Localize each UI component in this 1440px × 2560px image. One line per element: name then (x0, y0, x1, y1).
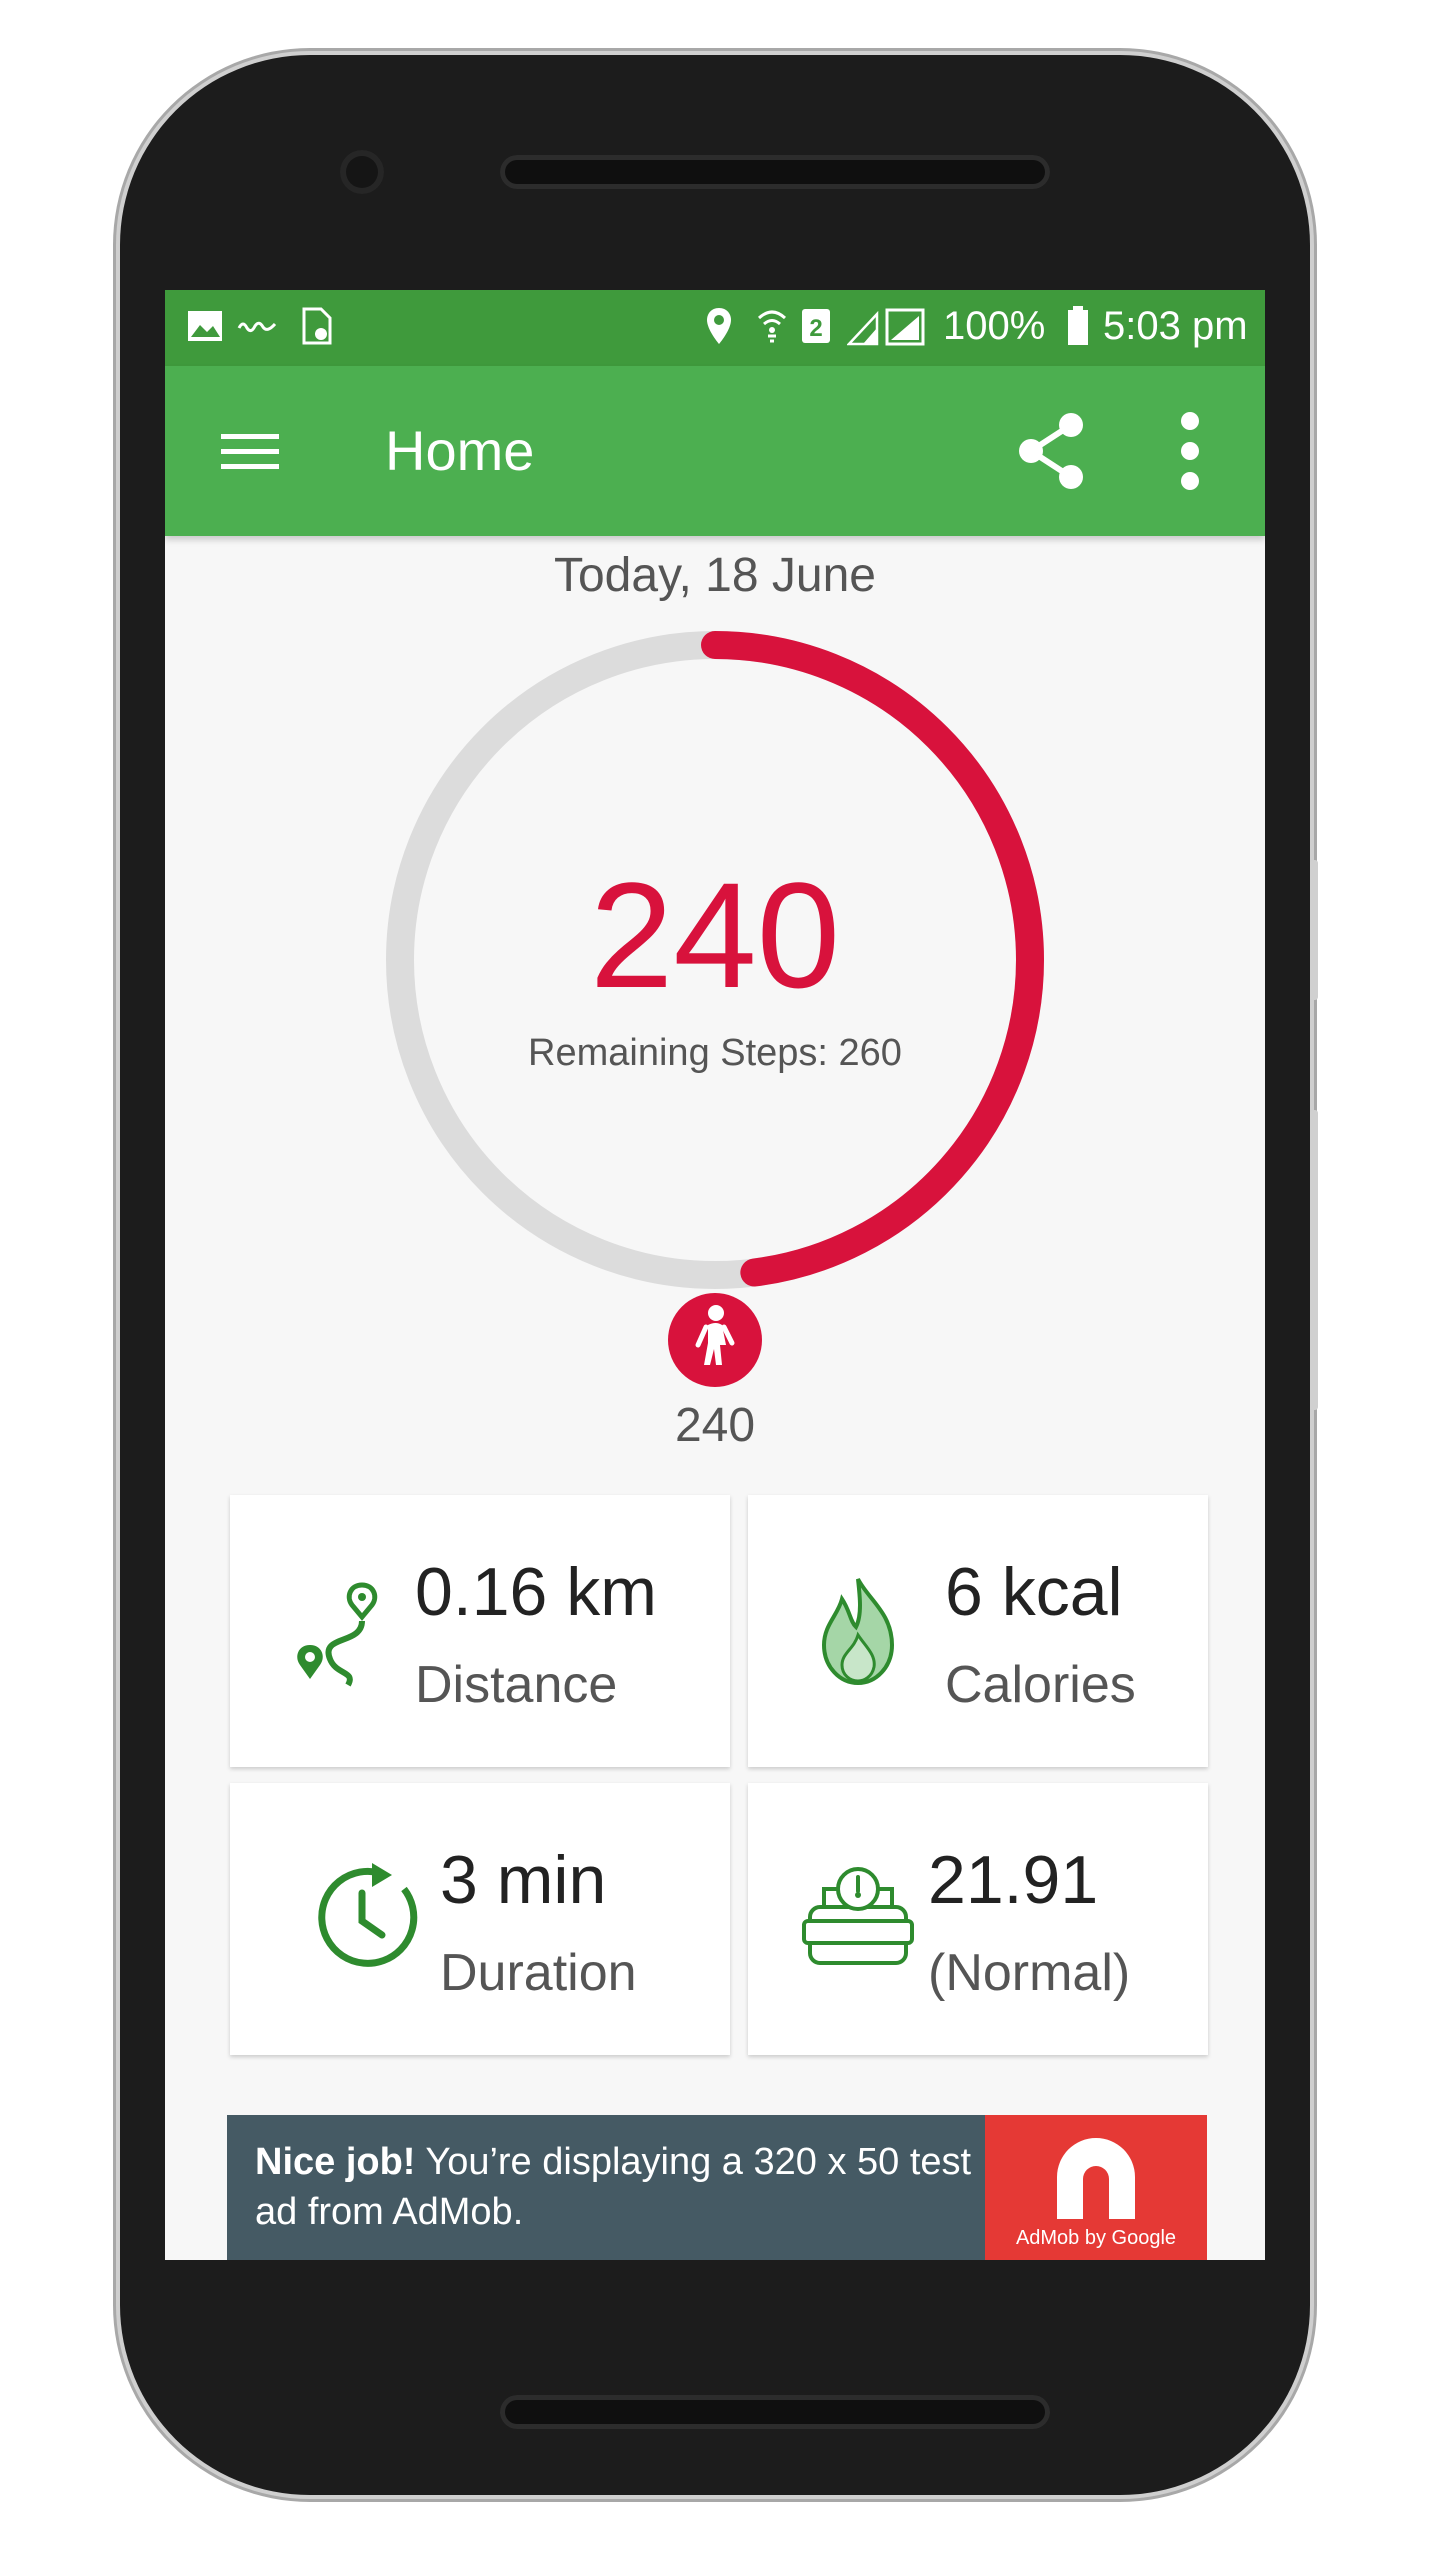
voicemail-icon (237, 321, 277, 333)
ad-text: Nice job! You’re displaying a 320 x 50 t… (255, 2137, 975, 2237)
ad-banner[interactable]: Nice job! You’re displaying a 320 x 50 t… (227, 2115, 1207, 2260)
more-vert-icon[interactable] (1175, 411, 1205, 491)
duration-value: 3 min (440, 1842, 607, 1918)
bmi-card[interactable]: 21.91 (Normal) (748, 1783, 1208, 2055)
sim-slot-icon: 2 (802, 309, 830, 343)
route-icon (297, 1582, 378, 1687)
earpiece-speaker (500, 155, 1050, 189)
status-bar: 2 100% 5:03 pm (165, 290, 1265, 366)
signal-icon (847, 308, 925, 346)
remaining-steps: Remaining Steps: 260 (528, 1032, 902, 1074)
screen: 2 100% 5:03 pm Home Today, 18 June 240 R… (165, 290, 1265, 2260)
status-time: 5:03 pm (1103, 304, 1248, 348)
bmi-value: 21.91 (928, 1842, 1099, 1918)
distance-card[interactable]: 0.16 km Distance (230, 1495, 730, 1767)
page-title: Home (385, 419, 535, 482)
svg-text:2: 2 (809, 315, 822, 342)
flame-icon (821, 1578, 895, 1686)
walk-steps: 240 (674, 1399, 756, 1452)
ad-bold-text: Nice job! (255, 2141, 416, 2183)
image-icon (188, 311, 222, 341)
walking-icon (668, 1293, 762, 1387)
weight-scale-icon (802, 1867, 914, 1965)
admob-logo-text: AdMob by Google (1015, 2227, 1177, 2249)
sim-icon (302, 307, 332, 345)
timer-icon (318, 1863, 418, 1967)
power-button (1310, 860, 1318, 1000)
distance-value: 0.16 km (415, 1554, 657, 1630)
duration-card[interactable]: 3 min Duration (230, 1783, 730, 2055)
battery-icon (1068, 306, 1088, 345)
location-icon (707, 308, 731, 344)
admob-logo: AdMob by Google (985, 2115, 1207, 2260)
battery-percent: 100% (943, 304, 1046, 348)
front-camera (340, 150, 384, 194)
app-bar: Home (165, 366, 1265, 536)
wifi-icon (757, 310, 787, 343)
calories-label: Calories (945, 1656, 1136, 1714)
calories-value: 6 kcal (945, 1554, 1123, 1630)
volume-button (1310, 1110, 1318, 1410)
share-icon[interactable] (1015, 411, 1087, 491)
distance-label: Distance (415, 1656, 618, 1714)
bottom-speaker (500, 2395, 1050, 2429)
menu-icon[interactable] (221, 430, 279, 474)
walking-person-icon (695, 1305, 735, 1365)
duration-label: Duration (440, 1944, 637, 2002)
steps-count: 240 (589, 851, 841, 1019)
admob-logo-icon (1057, 2138, 1135, 2219)
bmi-label: (Normal) (928, 1944, 1131, 2002)
calories-card[interactable]: 6 kcal Calories (748, 1495, 1208, 1767)
date-label: Today, 18 June (553, 549, 876, 602)
